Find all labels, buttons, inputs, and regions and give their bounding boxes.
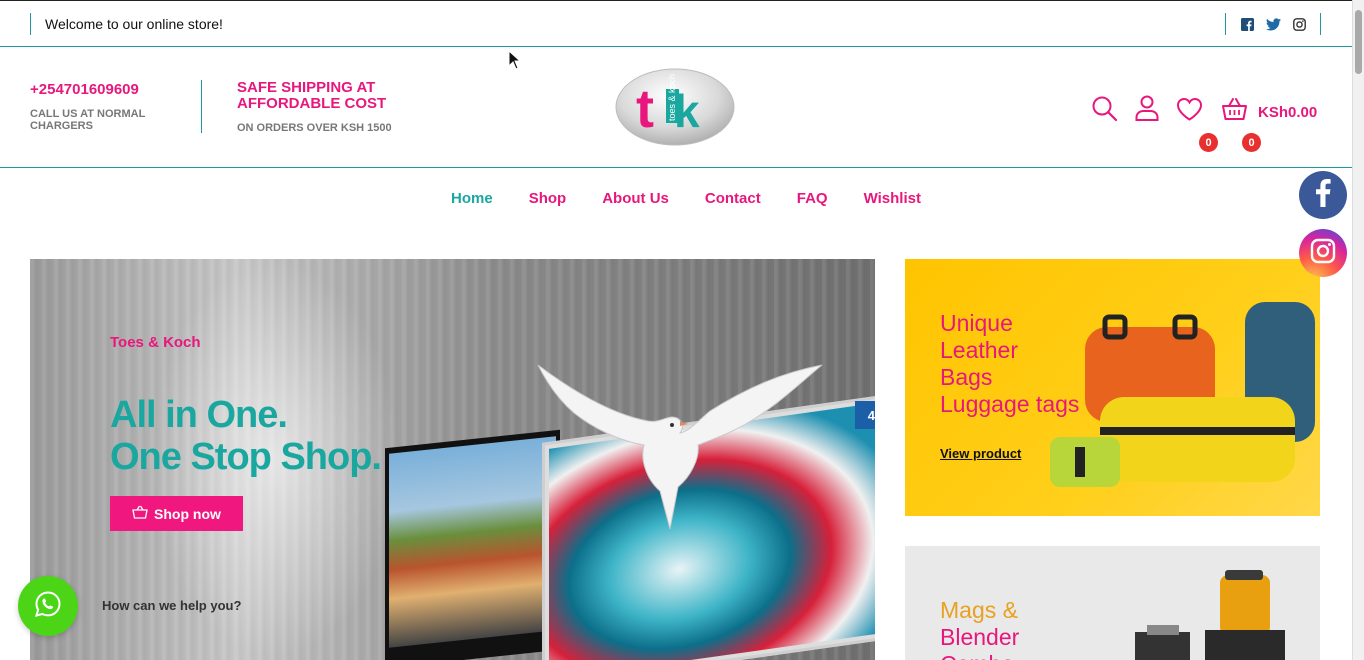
banner-title: Unique Leather Bags Luggage tags — [940, 310, 1080, 417]
shipping-note: ON ORDERS OVER KSH 1500 — [237, 122, 392, 134]
basket-icon — [132, 505, 148, 522]
main-nav: Home Shop About Us Contact FAQ Wishlist — [0, 168, 1352, 228]
whatsapp-chat-button[interactable] — [18, 576, 78, 636]
svg-text:toes & koch: toes & koch — [667, 74, 677, 121]
shop-now-label: Shop now — [154, 505, 221, 522]
cart-total[interactable]: KSh0.00 — [1258, 104, 1317, 121]
hero-headline-line-2: One Stop Shop. — [110, 436, 382, 478]
nav-home[interactable]: Home — [451, 190, 493, 207]
dove-image — [530, 359, 830, 544]
hero-kicker: Toes & Koch — [110, 334, 201, 351]
hero-headline-line-1: All in One. — [110, 394, 288, 436]
floating-instagram-button[interactable] — [1299, 229, 1347, 277]
phone-number[interactable]: +254701609609 — [30, 81, 139, 98]
banner-title-first: Mags & — [940, 597, 1018, 623]
cart-count-badge: 0 — [1242, 133, 1261, 152]
nav-wishlist[interactable]: Wishlist — [864, 190, 921, 207]
nav-about-us[interactable]: About Us — [602, 190, 669, 207]
promo-banner-blender[interactable]: Mags & Blender Combo — [905, 546, 1320, 660]
hero-headline: All in One. One Stop Shop. — [110, 394, 382, 478]
shipping-title: SAFE SHIPPING AT AFFORDABLE COST — [237, 79, 387, 112]
view-product-link[interactable]: View product — [940, 446, 1021, 461]
twitter-icon[interactable] — [1265, 17, 1281, 31]
facebook-icon[interactable] — [1240, 17, 1254, 31]
instagram-icon[interactable] — [1292, 17, 1306, 31]
whatsapp-icon — [34, 590, 62, 623]
divider — [201, 80, 202, 133]
instagram-icon — [1310, 238, 1336, 269]
site-header: +254701609609 CALL US AT NORMAL CHARGERS… — [0, 47, 1352, 168]
banner-title-rest: Blender Combo — [940, 624, 1020, 660]
wishlist-icon[interactable] — [1176, 97, 1203, 126]
mouse-cursor-icon — [508, 49, 522, 75]
scrollbar-thumb[interactable] — [1355, 10, 1362, 74]
cart-icon[interactable] — [1221, 97, 1248, 126]
blender-image — [1135, 570, 1285, 660]
promo-banner-bags[interactable]: Unique Leather Bags Luggage tags View pr… — [905, 259, 1320, 516]
site-logo[interactable]: t k toes & koch — [614, 67, 736, 147]
wishlist-count-badge: 0 — [1199, 133, 1218, 152]
svg-text:t: t — [636, 79, 654, 139]
nav-contact[interactable]: Contact — [705, 190, 761, 207]
social-links — [1225, 13, 1321, 35]
top-bar: Welcome to our online store! — [0, 0, 1352, 47]
shop-now-button[interactable]: Shop now — [110, 496, 243, 531]
welcome-message: Welcome to our online store! — [30, 13, 223, 35]
search-icon[interactable] — [1091, 95, 1118, 127]
facebook-icon — [1315, 178, 1331, 212]
nav-faq[interactable]: FAQ — [797, 190, 828, 207]
account-icon[interactable] — [1135, 95, 1159, 126]
tv-size-badge: 43 — [855, 401, 875, 429]
banner-title: Mags & Blender Combo — [940, 597, 1100, 660]
floating-facebook-button[interactable] — [1299, 171, 1347, 219]
help-prompt: How can we help you? — [102, 598, 242, 613]
scrollbar[interactable] — [1352, 0, 1364, 660]
phone-note: CALL US AT NORMAL CHARGERS — [30, 108, 146, 132]
nav-shop[interactable]: Shop — [529, 190, 567, 207]
